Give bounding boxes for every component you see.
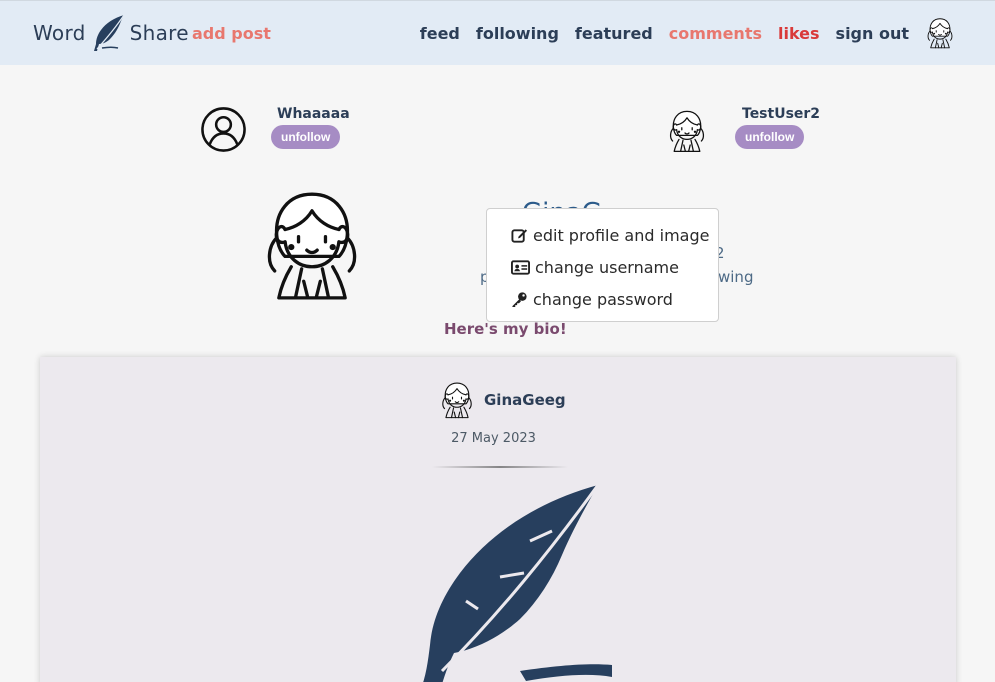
following-name[interactable]: TestUser2	[742, 106, 820, 122]
navbar: Word Share add post feed following featu…	[0, 0, 995, 65]
user-circle-icon	[201, 107, 246, 152]
unfollow-button[interactable]: unfollow	[735, 125, 805, 149]
feather-image	[380, 481, 620, 682]
profile-bio: Here's my bio!	[444, 320, 567, 338]
nav-links: feed following featured comments likes s…	[404, 24, 909, 43]
nav-likes[interactable]: likes	[778, 24, 820, 43]
change-password-label: change password	[533, 289, 673, 309]
change-username-label: change username	[535, 257, 679, 277]
user-avatar-icon[interactable]	[924, 17, 956, 49]
avatar	[438, 381, 476, 419]
change-password-item[interactable]: change password	[487, 283, 718, 315]
brand-word-1: Word	[33, 21, 86, 45]
key-icon	[512, 291, 527, 307]
post-card[interactable]: GinaGeeg 27 May 2023	[40, 357, 956, 682]
brand-logo[interactable]: Word Share	[33, 13, 189, 53]
nav-comments[interactable]: comments	[669, 24, 762, 43]
edit-icon	[511, 228, 528, 243]
following-count[interactable]: wing	[718, 268, 753, 286]
post-author-name[interactable]: GinaGeeg	[484, 391, 566, 409]
edit-profile-label: edit profile and image	[533, 225, 710, 245]
nav-sign-out[interactable]: sign out	[836, 24, 909, 43]
id-card-icon	[511, 259, 530, 275]
add-post-link[interactable]: add post	[192, 24, 271, 43]
profile-avatar	[258, 188, 366, 302]
avatar	[667, 106, 707, 156]
nav-feed[interactable]: feed	[420, 24, 460, 43]
feather-logo-icon	[93, 14, 125, 51]
divider	[432, 466, 568, 468]
following-card-1: Whaaaaa unfollow	[200, 106, 350, 153]
profile-settings-dropdown: edit profile and image change username c…	[486, 208, 719, 322]
following-name[interactable]: Whaaaaa	[277, 106, 350, 122]
nav-following[interactable]: following	[476, 24, 559, 43]
nav-featured[interactable]: featured	[575, 24, 653, 43]
edit-profile-item[interactable]: edit profile and image	[487, 219, 718, 251]
change-username-item[interactable]: change username	[487, 251, 718, 283]
unfollow-button[interactable]: unfollow	[271, 125, 341, 149]
post-date: 27 May 2023	[451, 431, 536, 446]
following-card-2: TestUser2 unfollow	[667, 106, 820, 156]
brand-word-2: Share	[129, 21, 189, 45]
post-author[interactable]: GinaGeeg	[438, 381, 566, 419]
